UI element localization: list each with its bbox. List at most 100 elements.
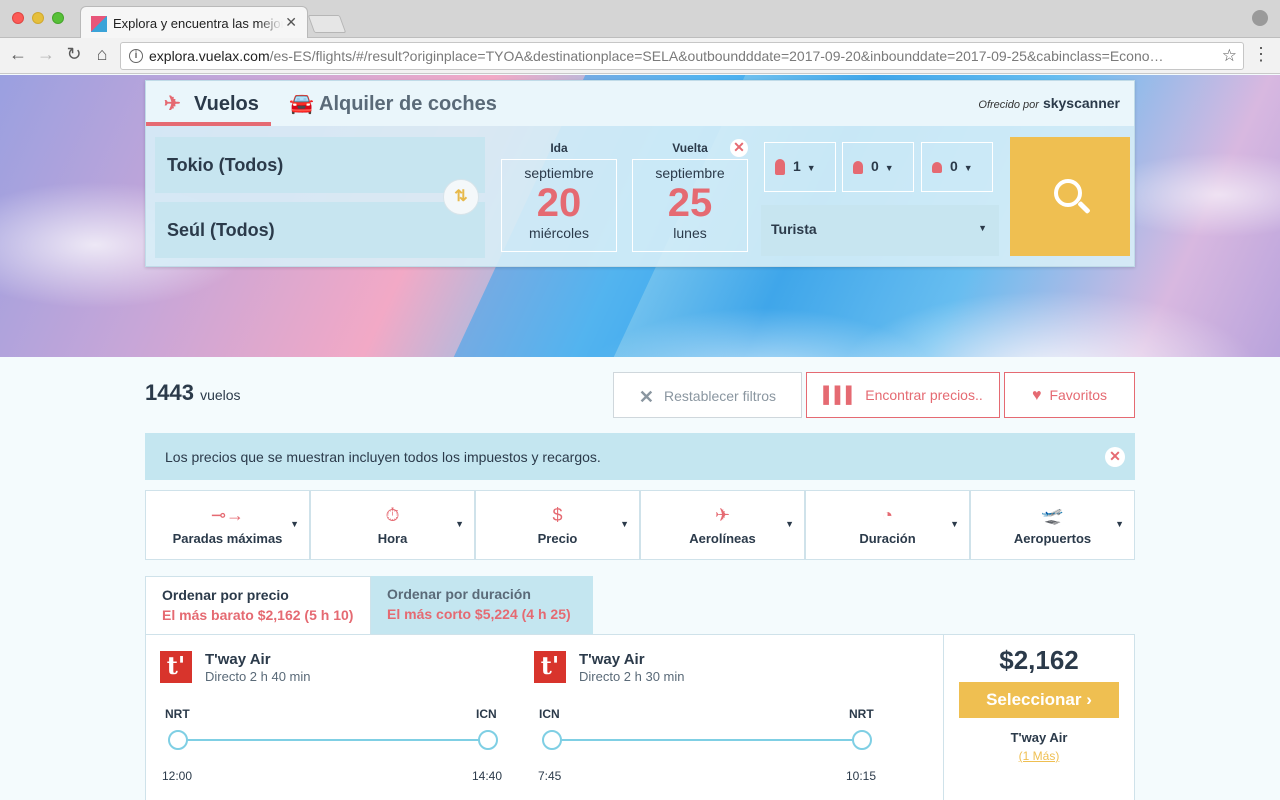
- leg-info: Directo 2 h 30 min: [579, 669, 685, 684]
- reset-filters-button[interactable]: ✕ Restablecer filtros: [613, 372, 802, 418]
- reset-filters-label: Restablecer filtros: [664, 388, 777, 404]
- clock-icon: ◔: [882, 505, 893, 525]
- chevron-down-icon: ▼: [884, 163, 894, 173]
- inbound-date: septiembre 25 lunes: [632, 159, 748, 252]
- new-tab-button[interactable]: [307, 15, 347, 33]
- filter-bar: ⊸→ Paradas máximas ▼ ⏱ Hora ▼ $ Precio ▼ ✈ Aero…: [145, 490, 1135, 560]
- cabin-class-select[interactable]: Turista ▼: [761, 205, 999, 256]
- inbound-weekday: lunes: [673, 225, 707, 241]
- find-prices-label: Encontrar precios..: [865, 387, 983, 403]
- select-flight-label: Seleccionar: [986, 690, 1082, 709]
- forward-arrow-icon[interactable]: →: [34, 44, 58, 65]
- tab-flights-label: Vuelos: [194, 93, 259, 115]
- sort-subtitle: El más corto $5,224 (4 h 25): [387, 606, 571, 622]
- back-arrow-icon[interactable]: ←: [6, 44, 30, 65]
- maximize-window-button[interactable]: [52, 12, 64, 24]
- bookmark-star-icon[interactable]: ☆: [1222, 46, 1237, 66]
- infants-count: 0: [950, 158, 958, 174]
- price-icon: $: [552, 505, 563, 525]
- clear-return-date-icon[interactable]: ✕: [730, 139, 748, 157]
- car-icon: 🚘: [289, 93, 314, 115]
- powered-by: Ofrecido por skyscanner: [978, 95, 1120, 111]
- favorites-label: Favoritos: [1049, 387, 1108, 403]
- inbound-month: septiembre: [655, 165, 725, 181]
- tab-flights[interactable]: ✈ Vuelos: [164, 91, 259, 116]
- origin-field[interactable]: Tokio (Todos): [155, 137, 485, 193]
- results-count-label: vuelos: [200, 387, 241, 403]
- swap-arrows-icon: ⇅: [454, 188, 468, 205]
- more-options-link[interactable]: (1 Más): [944, 749, 1134, 763]
- profile-icon[interactable]: [1252, 10, 1268, 26]
- infants-selector[interactable]: 0 ▼: [921, 142, 993, 192]
- active-tab-indicator: [146, 122, 271, 126]
- departure-time: 7:45: [538, 769, 562, 783]
- skyscanner-logo: skyscanner: [1042, 95, 1120, 111]
- tab-car-rental-label: Alquiler de coches: [319, 93, 497, 115]
- close-window-button[interactable]: [12, 12, 24, 24]
- filter-price[interactable]: $ Precio ▼: [475, 490, 640, 560]
- route-start-dot: [542, 730, 562, 750]
- tab-car-rental[interactable]: 🚘 Alquiler de coches: [289, 91, 497, 116]
- price-airline: T'way Air: [1010, 730, 1068, 745]
- swap-cities-button[interactable]: ⇅: [443, 179, 479, 215]
- sort-subtitle: El más barato $2,162 (5 h 10): [162, 607, 354, 623]
- filter-airlines[interactable]: ✈ Aerolíneas ▼: [640, 490, 805, 560]
- chevron-down-icon: ▼: [620, 519, 629, 529]
- child-icon: [853, 160, 863, 174]
- inbound-date-picker[interactable]: Vuelta septiembre 25 lunes: [632, 137, 748, 253]
- url-host: explora.vuelax.com: [149, 48, 270, 64]
- browser-tab[interactable]: Explora y encuentra las mejores ✕: [80, 6, 308, 39]
- filter-label: Duración: [859, 531, 916, 546]
- bar-chart-icon: ▌▌▌: [823, 387, 858, 404]
- select-flight-button[interactable]: Seleccionar ›: [959, 682, 1119, 718]
- tab-title: Explora y encuentra las mejores: [113, 16, 283, 31]
- origin-code: NRT: [165, 707, 190, 721]
- flight-result-card[interactable]: t' T'way Air Directo 2 h 40 min NRT ICN …: [145, 634, 1135, 800]
- close-icon: ✕: [638, 387, 655, 407]
- chevron-down-icon: ▼: [950, 519, 959, 529]
- browser-toolbar: ← → ↻ ⌂ i explora.vuelax.com/es-ES/fligh…: [0, 38, 1280, 74]
- airline-logo: t': [534, 651, 566, 683]
- filter-duration[interactable]: ◔ Duración ▼: [805, 490, 970, 560]
- filter-label: Paradas máximas: [172, 531, 283, 546]
- taxes-notice: Los precios que se muestran incluyen tod…: [145, 433, 1135, 480]
- adults-selector[interactable]: 1 ▼: [764, 142, 836, 192]
- takeoff-icon: 🛫: [1041, 505, 1064, 525]
- filter-max-stops[interactable]: ⊸→ Paradas máximas ▼: [145, 490, 310, 560]
- departure-time: 12:00: [162, 769, 193, 783]
- plane-icon: ✈: [714, 505, 731, 525]
- info-icon[interactable]: i: [129, 49, 143, 63]
- route-end-dot: [478, 730, 498, 750]
- url-text: explora.vuelax.com/es-ES/flights/#/resul…: [149, 48, 1209, 64]
- search-mode-tabs: ✈ Vuelos 🚘 Alquiler de coches Ofrecido por…: [146, 81, 1134, 126]
- price-column: $2,162 Seleccionar › T'way Air (1 Más): [943, 635, 1134, 800]
- address-bar[interactable]: i explora.vuelax.com/es-ES/flights/#/res…: [120, 42, 1244, 70]
- sort-title: Ordenar por duración: [387, 586, 531, 602]
- reload-icon[interactable]: ↻: [62, 44, 86, 65]
- stops-icon: ⊸→: [210, 505, 245, 525]
- favorites-button[interactable]: ♥ Favoritos: [1004, 372, 1135, 418]
- adults-count: 1: [793, 158, 801, 174]
- find-prices-button[interactable]: ▌▌▌ Encontrar precios..: [806, 372, 1000, 418]
- minimize-window-button[interactable]: [32, 12, 44, 24]
- tab-close-icon[interactable]: ✕: [285, 14, 297, 31]
- home-icon[interactable]: ⌂: [90, 44, 114, 65]
- stopwatch-icon: ⏱: [385, 505, 400, 525]
- sort-by-duration-tab[interactable]: Ordenar por duración El más corto $5,224…: [371, 576, 593, 635]
- browser-menu-icon[interactable]: ⋮: [1252, 44, 1270, 65]
- filter-airports[interactable]: 🛫 Aeropuertos ▼: [970, 490, 1135, 560]
- filter-label: Aerolíneas: [689, 531, 756, 546]
- origin-code: ICN: [539, 707, 560, 721]
- sort-by-price-tab[interactable]: Ordenar por precio El más barato $2,162 …: [145, 576, 371, 635]
- close-notice-icon[interactable]: ✕: [1105, 447, 1125, 467]
- search-icon-handle: [1077, 200, 1091, 215]
- outbound-date-picker[interactable]: Ida septiembre 20 miércoles: [501, 137, 617, 253]
- filter-time[interactable]: ⏱ Hora ▼: [310, 490, 475, 560]
- search-button[interactable]: [1010, 137, 1130, 256]
- chevron-down-icon: ▼: [290, 519, 299, 529]
- destination-field[interactable]: Seúl (Todos): [155, 202, 485, 258]
- inbound-leg: t' T'way Air Directo 2 h 30 min ICN NRT …: [534, 635, 904, 795]
- chevron-down-icon: ▼: [963, 163, 973, 173]
- outbound-date: septiembre 20 miércoles: [501, 159, 617, 252]
- children-selector[interactable]: 0 ▼: [842, 142, 914, 192]
